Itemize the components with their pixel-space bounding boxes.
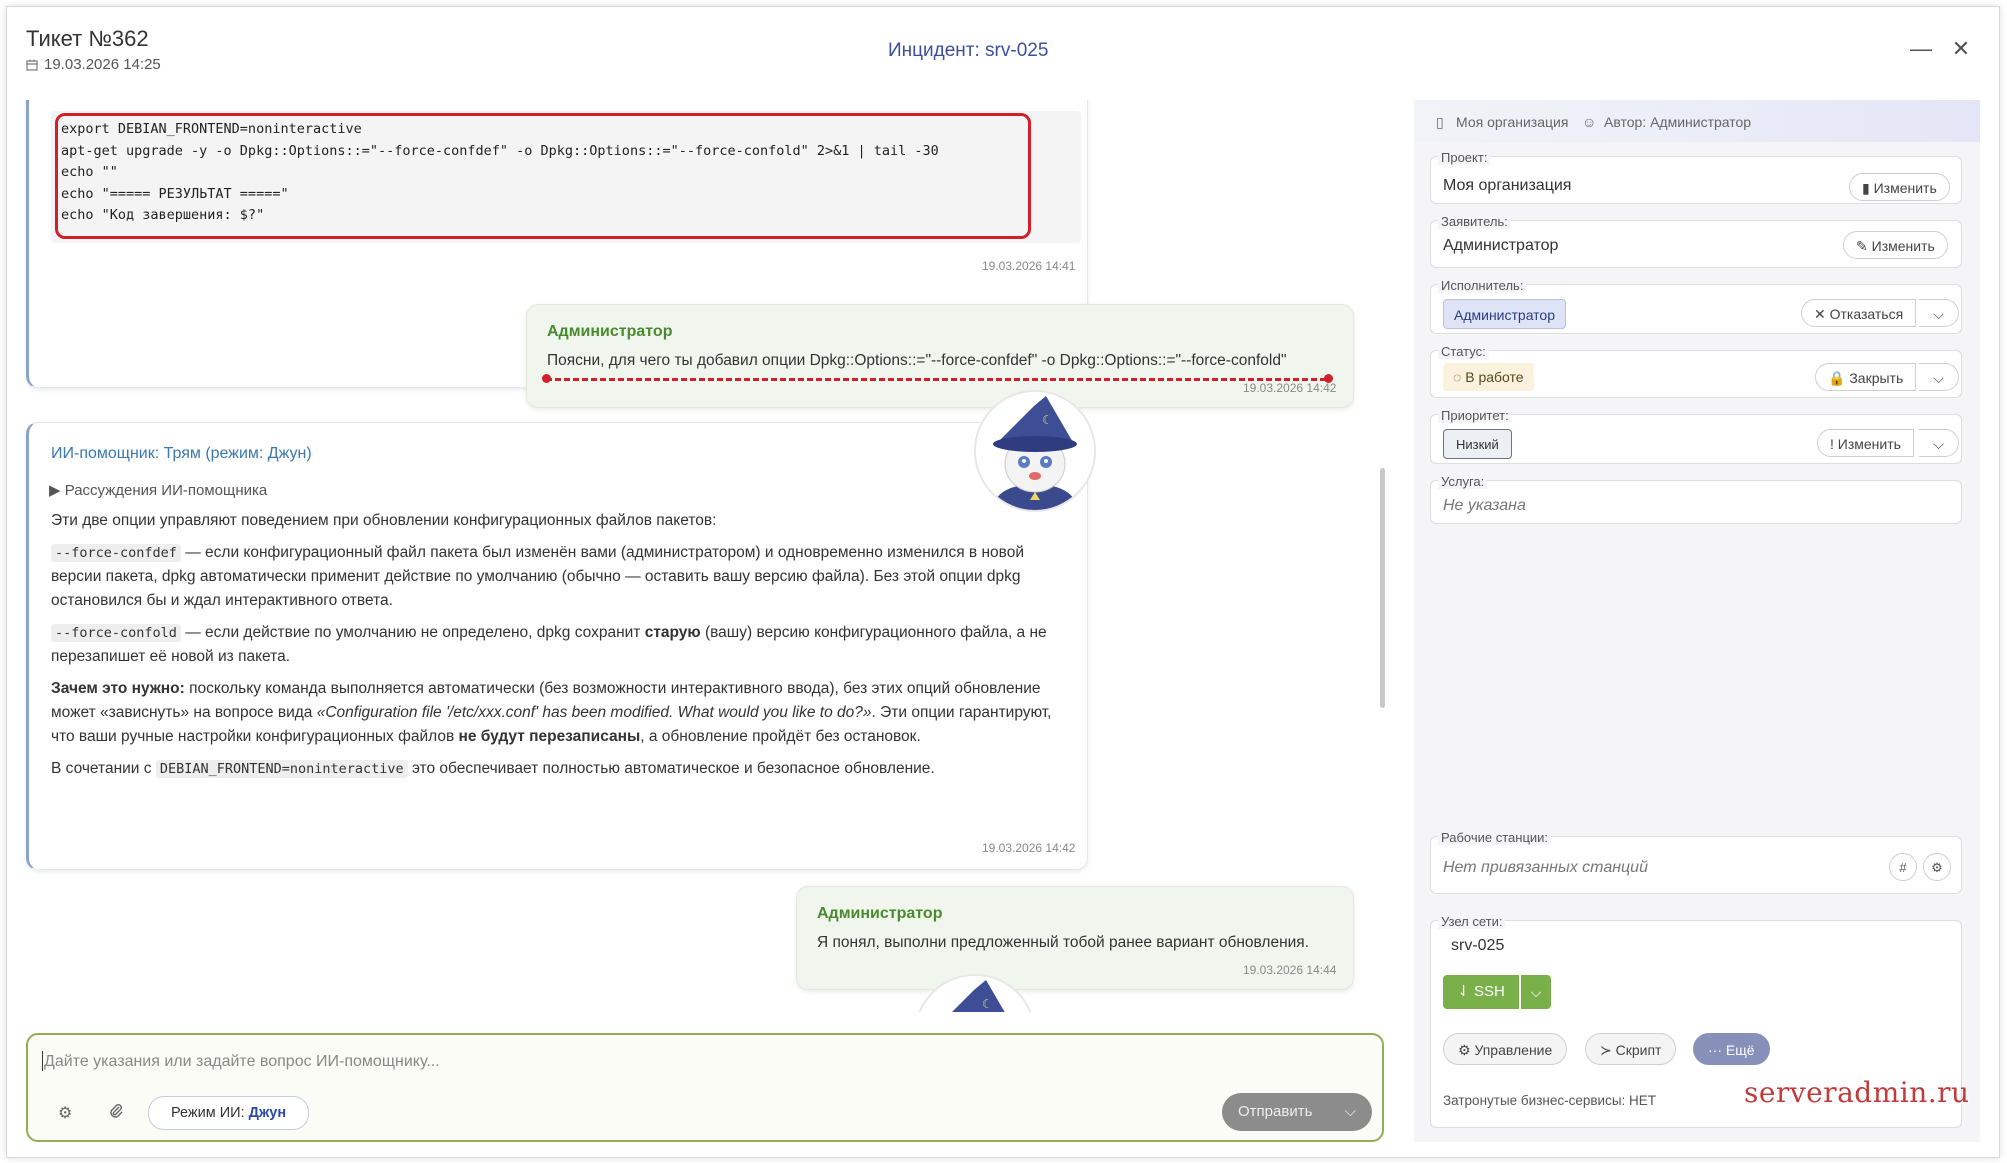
bold-text: Зачем это нужно:: [51, 680, 185, 697]
status-label: Статус:: [1438, 344, 1489, 359]
message-author: Администратор: [817, 905, 943, 922]
send-label: Отправить: [1238, 1103, 1313, 1120]
svg-text:☾: ☾: [1042, 413, 1053, 427]
gear-icon[interactable]: ⚙: [1923, 853, 1951, 881]
node-value: srv-025: [1451, 937, 1505, 954]
service-field[interactable]: Не указана: [1430, 480, 1962, 524]
ai-mode-button[interactable]: Режим ИИ: Джун: [148, 1096, 310, 1130]
wizard-rabbit-icon: ☾: [976, 392, 1094, 510]
building-icon: ▯: [1436, 114, 1444, 130]
minimize-icon[interactable]: —: [1906, 34, 1936, 64]
paragraph-text: , а обновление пройдёт без остановок.: [640, 728, 921, 745]
message-time: 19.03.2026 14:42: [1243, 381, 1337, 395]
settings-icon[interactable]: ⚙: [58, 1103, 72, 1123]
workstations-value: Нет привязанных станций: [1443, 859, 1648, 876]
ai-message: ИИ-помощник: Трям (режим: Джун) ▶ Рассуж…: [26, 422, 1088, 870]
italic-text: «Configuration file '/etc/xxx.conf' has …: [316, 704, 872, 721]
message-text: Поясни, для чего ты добавил опции Dpkg::…: [547, 352, 1287, 369]
organization-name: Моя организация: [1456, 114, 1569, 130]
message-text: Я понял, выполни предложенный тобой ране…: [817, 934, 1309, 951]
script-button[interactable]: ≻ Скрипт: [1585, 1033, 1677, 1065]
status-field: ◌ В работе 🔒 Закрыть ⌵: [1430, 350, 1962, 398]
incident-link[interactable]: Инцидент: srv-025: [888, 40, 1048, 62]
chat-area: export DEBIAN_FRONTEND=noninteractive ap…: [24, 100, 1394, 1012]
ai-mode-label: Режим ИИ:: [171, 1105, 245, 1121]
project-label: Проект:: [1438, 150, 1491, 165]
status-badge: ◌ В работе: [1443, 363, 1534, 391]
change-applicant-button[interactable]: ✎ Изменить: [1843, 231, 1948, 259]
annotation-dot: [542, 374, 551, 383]
inline-code: DEBIAN_FRONTEND=noninteractive: [155, 760, 408, 778]
paragraph-text: — если действие по умолчанию не определе…: [180, 624, 645, 641]
user-message: Администратор Поясни, для чего ты добави…: [526, 304, 1354, 408]
ticket-author: Автор: Администратор: [1604, 114, 1752, 130]
inline-code: --force-confold: [51, 624, 181, 642]
node-label: Узел сети:: [1438, 914, 1506, 929]
ai-avatar: ☾: [974, 390, 1096, 512]
change-project-button[interactable]: ▮ Изменить: [1849, 173, 1950, 201]
highlight-box: [55, 113, 1031, 239]
message-author: Администратор: [547, 323, 673, 340]
user-icon: ☺: [1582, 114, 1597, 130]
text-caret: [42, 1051, 43, 1071]
close-ticket-button[interactable]: 🔒 Закрыть: [1815, 363, 1917, 391]
underline-annotation: [546, 378, 1326, 381]
applicant-value: Администратор: [1443, 237, 1559, 254]
message-time: 19.03.2026 14:42: [982, 841, 1076, 855]
more-button[interactable]: ··· Ещё: [1693, 1033, 1770, 1065]
chevron-down-icon[interactable]: ⌵: [1919, 363, 1959, 391]
ticket-details-panel: ▯ Моя организация ☺ Автор: Администратор…: [1414, 100, 1980, 1142]
service-value: Не указана: [1443, 497, 1526, 514]
hash-icon[interactable]: #: [1889, 853, 1917, 881]
message-body: Эти две опции управляют поведением при о…: [51, 509, 1061, 789]
message-author: ИИ-помощник: Трям (режим: Джун): [51, 445, 312, 462]
ticket-title: Тикет №362: [26, 26, 149, 51]
priority-label: Приоритет:: [1438, 408, 1512, 423]
chat-scrollbar[interactable]: [1380, 468, 1385, 708]
executor-value: Администратор: [1443, 299, 1567, 329]
business-services: Затронутые бизнес-сервисы: НЕТ: [1443, 1093, 1657, 1108]
bold-text: не будут перезаписаны: [458, 728, 641, 745]
message-time: 19.03.2026 14:41: [982, 259, 1076, 273]
close-icon[interactable]: ✕: [1946, 34, 1976, 64]
message-input[interactable]: Дайте указания или задайте вопрос ИИ-пом…: [44, 1053, 440, 1071]
chevron-down-icon[interactable]: ⌵: [1919, 429, 1959, 457]
paragraph-text: это обеспечивает полностью автоматическо…: [407, 760, 935, 777]
intro-text: Эти две опции управляют поведением при о…: [51, 512, 717, 529]
message-input-box[interactable]: Дайте указания или задайте вопрос ИИ-пом…: [26, 1033, 1384, 1142]
reasoning-toggle[interactable]: ▶ Рассуждения ИИ-помощника: [49, 479, 267, 503]
service-label: Услуга:: [1438, 474, 1488, 489]
workstations-label: Рабочие станции:: [1438, 830, 1552, 845]
calendar-icon: [26, 59, 38, 71]
applicant-label: Заявитель:: [1438, 214, 1511, 229]
paragraph-text: В сочетании с: [51, 760, 156, 777]
ticket-date: 19.03.2026 14:25: [26, 56, 161, 73]
project-value: Моя организация: [1443, 177, 1572, 194]
ssh-button[interactable]: ⇃ SSH: [1443, 975, 1519, 1009]
user-message: Администратор Я понял, выполни предложен…: [796, 886, 1354, 990]
svg-text:☾: ☾: [982, 997, 993, 1011]
paragraph-text: — если конфигурационный файл пакета был …: [51, 544, 1024, 609]
bold-text: старую: [644, 624, 701, 641]
chevron-down-icon[interactable]: ⌵: [1345, 1093, 1356, 1131]
change-priority-button[interactable]: ! Изменить: [1817, 429, 1914, 457]
executor-label: Исполнитель:: [1438, 278, 1527, 293]
message-time: 19.03.2026 14:44: [1243, 963, 1337, 977]
chevron-down-icon[interactable]: ⌵: [1521, 975, 1551, 1009]
project-field: Моя организация ▮ Изменить: [1430, 156, 1962, 204]
watermark: serveradmin.ru: [1744, 1076, 1970, 1109]
send-button[interactable]: Отправить ⌵: [1222, 1093, 1372, 1131]
annotation-dot: [1324, 374, 1333, 383]
panel-header: ▯ Моя организация ☺ Автор: Администратор: [1414, 100, 1980, 142]
ticket-date-text: 19.03.2026 14:25: [44, 56, 161, 73]
ai-mode-value: Джун: [248, 1105, 287, 1121]
paperclip-icon[interactable]: [108, 1103, 124, 1124]
refuse-button[interactable]: ✕ Отказаться: [1801, 299, 1917, 327]
chevron-down-icon[interactable]: ⌵: [1919, 299, 1959, 327]
manage-button[interactable]: ⚙ Управление: [1443, 1033, 1568, 1065]
inline-code: --force-confdef: [51, 544, 181, 562]
priority-value: Низкий: [1443, 429, 1512, 459]
